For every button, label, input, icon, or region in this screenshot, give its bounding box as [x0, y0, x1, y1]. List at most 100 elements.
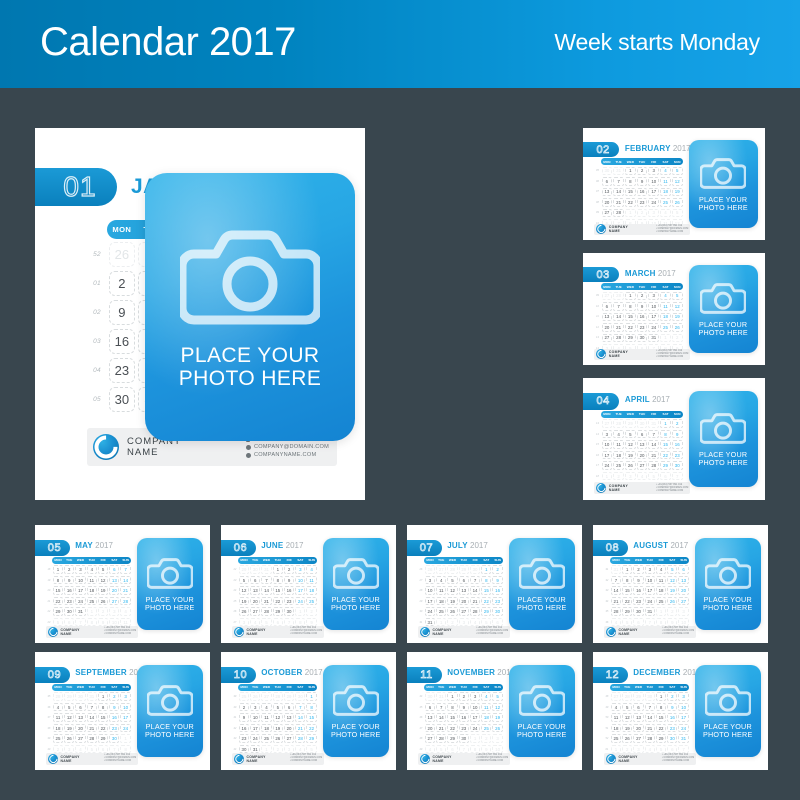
day-cell[interactable]: 26 [622, 734, 633, 743]
day-cell[interactable]: 29 [633, 692, 644, 701]
day-cell[interactable]: 5 [97, 565, 109, 574]
day-cell[interactable]: 11 [481, 702, 492, 712]
day-cell[interactable]: 30 [644, 692, 655, 701]
day-cell[interactable]: 9 [636, 177, 648, 186]
day-cell[interactable]: 30 [295, 692, 306, 701]
day-cell[interactable]: 5 [64, 702, 75, 712]
day-cell[interactable]: 7 [86, 702, 97, 712]
day-cell[interactable]: 7 [671, 471, 683, 481]
day-cell[interactable]: 20 [636, 450, 648, 460]
day-cell[interactable]: 27 [678, 596, 689, 606]
day-cell[interactable]: 31 [86, 692, 97, 701]
day-cell[interactable]: 1 [624, 166, 636, 176]
day-cell[interactable]: 31 [610, 565, 622, 574]
day-cell[interactable]: 23 [671, 450, 683, 460]
day-cell[interactable]: 27 [261, 692, 272, 701]
day-cell[interactable]: 28 [86, 734, 97, 743]
day-cell[interactable]: 26 [272, 734, 283, 743]
day-cell[interactable]: 13 [636, 440, 648, 449]
day-cell[interactable]: 2 [671, 419, 683, 428]
calendar-card-march[interactable]: 03 MARCH 2017 MON TUE WED THU FRI SAT SUN 09 27 28 1… [583, 253, 765, 365]
day-cell[interactable]: 3 [492, 734, 503, 743]
day-cell[interactable]: 30 [250, 565, 261, 574]
day-cell[interactable]: 20 [601, 323, 613, 332]
photo-placeholder-april[interactable]: PLACE YOUR PHOTO HERE [688, 391, 758, 487]
day-cell[interactable]: 24 [678, 723, 689, 733]
day-cell[interactable]: 30 [492, 607, 503, 616]
day-cell[interactable]: 15 [624, 187, 636, 197]
day-cell[interactable]: 16 [636, 312, 648, 322]
day-cell[interactable]: 6 [283, 702, 295, 712]
day-cell[interactable]: 23 [238, 734, 250, 743]
day-cell[interactable]: 21 [644, 723, 655, 733]
day-cell[interactable]: 22 [660, 450, 671, 460]
day-cell[interactable]: 2 [636, 291, 648, 301]
calendar-card-june[interactable]: 06 JUNE 2017 MON TUE WED THU FRI SAT SUN 22 29 30 31… [221, 525, 396, 643]
day-cell[interactable]: 1 [97, 692, 109, 701]
day-cell[interactable]: 6 [636, 429, 648, 439]
day-cell[interactable]: 28 [295, 734, 306, 743]
day-cell[interactable]: 9 [64, 575, 75, 585]
day-cell[interactable]: 27 [436, 565, 447, 574]
day-cell[interactable]: 25 [660, 323, 671, 332]
day-cell[interactable]: 27 [601, 291, 613, 301]
day-cell[interactable]: 8 [97, 702, 109, 712]
day-cell[interactable]: 7 [261, 575, 272, 585]
day-cell[interactable]: 24 [644, 596, 655, 606]
day-cell[interactable]: 4 [306, 565, 317, 574]
day-cell[interactable]: 28 [648, 461, 660, 470]
day-cell[interactable]: 11 [610, 713, 622, 722]
day-cell[interactable]: 19 [97, 586, 109, 595]
day-cell[interactable]: 11 [660, 302, 671, 311]
day-cell[interactable]: 2 [636, 166, 648, 176]
day-cell[interactable]: 28 [610, 607, 622, 616]
day-cell[interactable]: 2 [306, 607, 317, 616]
day-cell[interactable]: 28 [613, 419, 624, 428]
day-cell[interactable]: 30 [667, 734, 678, 743]
day-cell[interactable]: 6 [601, 177, 613, 186]
day-cell[interactable]: 17 [648, 312, 660, 322]
day-cell[interactable]: 4 [436, 575, 447, 585]
day-cell[interactable]: 12 [272, 713, 283, 722]
day-cell[interactable]: 5 [671, 166, 683, 176]
day-cell[interactable]: 10 [120, 702, 131, 712]
day-cell[interactable]: 10 [601, 440, 613, 449]
day-cell[interactable]: 14 [648, 440, 660, 449]
day-cell[interactable]: 6 [458, 575, 469, 585]
day-cell[interactable]: 28 [613, 208, 624, 218]
day-cell[interactable]: 26 [447, 607, 458, 616]
day-cell[interactable]: 15 [624, 312, 636, 322]
day-cell[interactable]: 25 [655, 596, 667, 606]
day-cell[interactable]: 8 [306, 702, 317, 712]
day-cell[interactable]: 27 [636, 461, 648, 470]
day-cell[interactable]: 27 [610, 692, 622, 701]
day-cell[interactable]: 4 [613, 429, 624, 439]
day-cell[interactable]: 26 [667, 596, 678, 606]
day-cell[interactable]: 13 [283, 713, 295, 722]
day-cell[interactable]: 28 [52, 692, 64, 701]
day-cell[interactable]: 15 [272, 586, 283, 595]
day-cell[interactable]: 20 [75, 723, 86, 733]
day-cell[interactable]: 13 [424, 713, 436, 722]
day-cell[interactable]: 26 [108, 242, 136, 267]
day-cell[interactable]: 25 [613, 461, 624, 470]
day-cell[interactable]: 11 [52, 713, 64, 722]
day-cell[interactable]: 12 [671, 302, 683, 311]
day-cell[interactable]: 1 [86, 607, 97, 616]
day-cell[interactable]: 11 [660, 177, 671, 186]
day-cell[interactable]: 30 [636, 419, 648, 428]
day-cell[interactable]: 28 [622, 692, 633, 701]
day-cell[interactable]: 1 [660, 419, 671, 428]
day-cell[interactable]: 7 [295, 702, 306, 712]
day-cell[interactable]: 18 [660, 187, 671, 197]
day-cell[interactable]: 14 [613, 187, 624, 197]
day-cell[interactable]: 12 [671, 177, 683, 186]
day-cell[interactable]: 17 [601, 450, 613, 460]
day-cell[interactable]: 26 [64, 734, 75, 743]
day-cell[interactable]: 21 [610, 596, 622, 606]
day-cell[interactable]: 22 [481, 596, 492, 606]
day-cell[interactable]: 10 [469, 702, 481, 712]
photo-placeholder-november[interactable]: PLACE YOUR PHOTO HERE [508, 664, 575, 757]
day-cell[interactable]: 26 [97, 596, 109, 606]
day-cell[interactable]: 13 [250, 586, 261, 595]
